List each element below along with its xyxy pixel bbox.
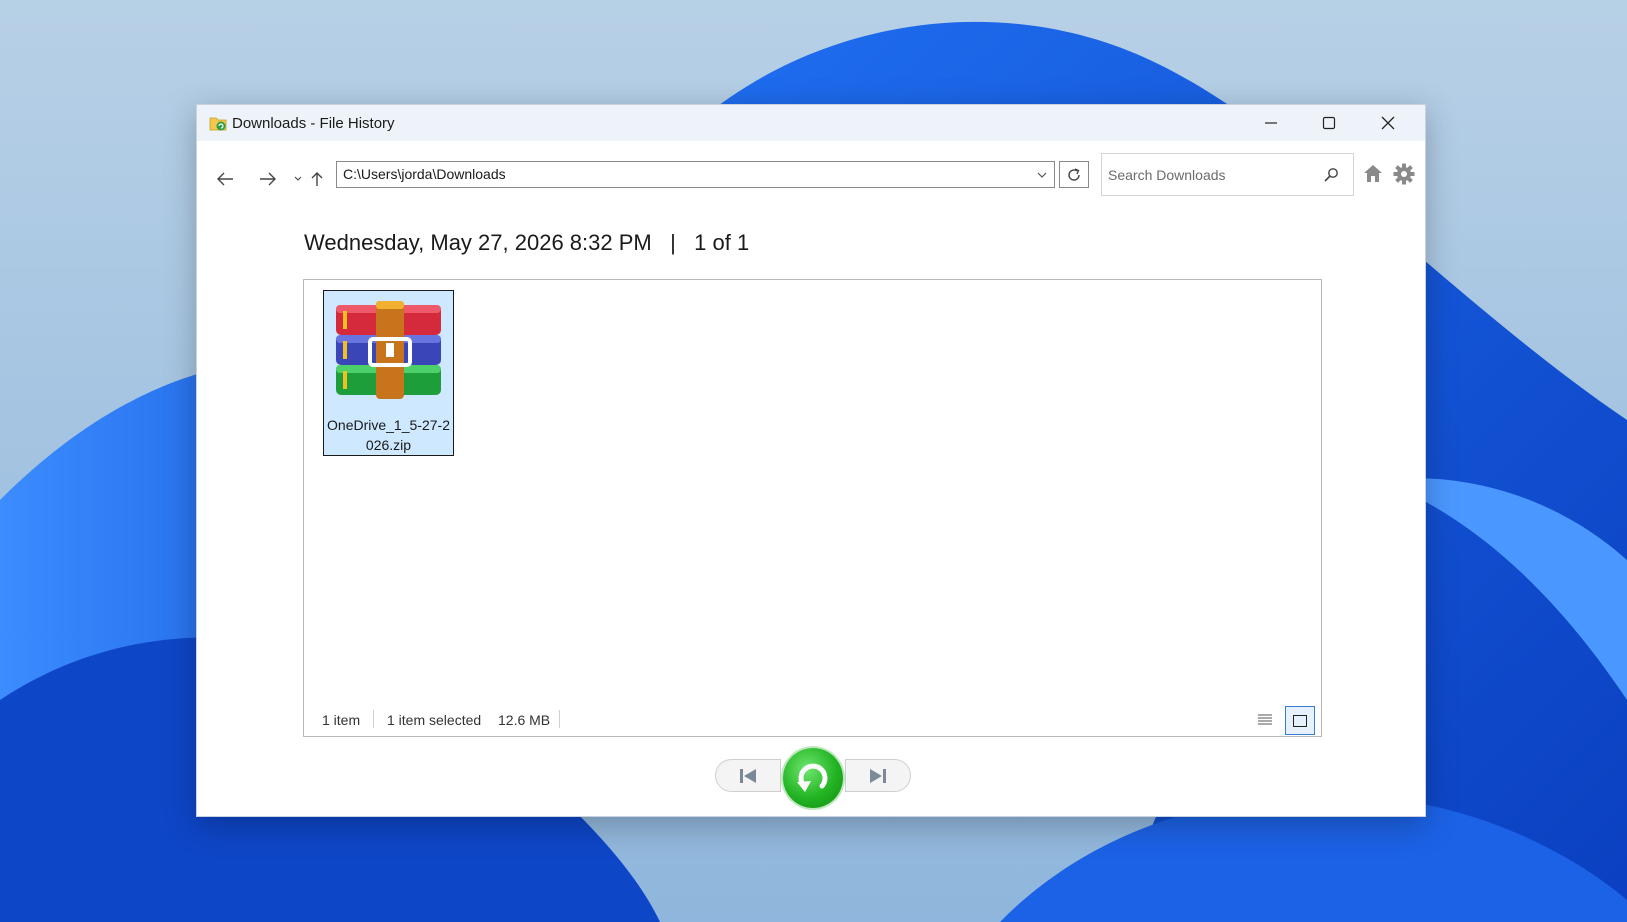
details-view-button[interactable] bbox=[1253, 708, 1277, 732]
minimize-icon bbox=[1265, 122, 1277, 124]
forward-arrow-icon bbox=[260, 172, 276, 186]
restore-button[interactable] bbox=[783, 748, 843, 808]
restore-arrow-icon bbox=[797, 763, 828, 792]
status-size: 12.6 MB bbox=[498, 712, 551, 728]
status-selected: 1 item selected bbox=[387, 712, 482, 728]
file-history-window: Downloads - File History C:\Users\jorda\… bbox=[196, 104, 1426, 817]
refresh-button[interactable] bbox=[1059, 161, 1089, 188]
list-view-icon bbox=[1258, 714, 1272, 725]
file-list-pane: OneDrive_1_5-27-2026.zip 1 item 1 item s… bbox=[303, 279, 1322, 737]
search-icon[interactable] bbox=[1323, 167, 1339, 183]
large-icons-view-icon bbox=[1293, 714, 1307, 727]
recent-locations-icon bbox=[294, 176, 302, 181]
maximize-button[interactable] bbox=[1300, 105, 1358, 141]
skip-next-icon bbox=[870, 768, 886, 783]
gear-icon[interactable] bbox=[1393, 163, 1415, 185]
search-input[interactable]: Search Downloads bbox=[1101, 153, 1354, 196]
winrar-archive-icon bbox=[336, 301, 441, 399]
maximize-icon bbox=[1322, 116, 1336, 130]
recent-locations-button[interactable] bbox=[292, 165, 304, 193]
close-icon bbox=[1381, 116, 1395, 130]
large-icons-view-button[interactable] bbox=[1285, 706, 1315, 735]
status-bar: 1 item 1 item selected 12.6 MB bbox=[304, 702, 1321, 736]
address-bar[interactable]: C:\Users\jorda\Downloads bbox=[336, 161, 1055, 188]
file-name: OneDrive_1_5-27-2026.zip bbox=[327, 417, 450, 453]
refresh-icon bbox=[1068, 167, 1080, 181]
snapshot-heading: Wednesday, May 27, 2026 8:32 PM | 1 of 1 bbox=[304, 230, 749, 256]
title-bar: Downloads - File History bbox=[197, 105, 1425, 141]
snapshot-date: Wednesday, May 27, 2026 8:32 PM bbox=[304, 230, 652, 255]
forward-button[interactable] bbox=[254, 165, 282, 193]
playback-controls bbox=[715, 748, 911, 810]
next-version-button[interactable] bbox=[845, 759, 911, 792]
close-button[interactable] bbox=[1359, 105, 1417, 141]
back-button[interactable] bbox=[211, 165, 239, 193]
file-item[interactable]: OneDrive_1_5-27-2026.zip bbox=[323, 290, 454, 456]
home-icon[interactable] bbox=[1362, 163, 1384, 183]
status-divider bbox=[559, 710, 560, 728]
minimize-button[interactable] bbox=[1242, 105, 1300, 141]
back-arrow-icon bbox=[217, 172, 233, 186]
search-placeholder: Search Downloads bbox=[1108, 167, 1226, 183]
file-history-app-icon bbox=[209, 117, 227, 131]
snapshot-position: 1 of 1 bbox=[694, 230, 750, 255]
status-divider bbox=[373, 710, 374, 728]
up-button[interactable] bbox=[307, 165, 327, 193]
previous-version-button[interactable] bbox=[715, 759, 781, 792]
chevron-down-icon[interactable] bbox=[1036, 169, 1048, 181]
heading-separator: | bbox=[670, 230, 676, 255]
status-item-count: 1 item bbox=[322, 712, 361, 728]
skip-previous-icon bbox=[740, 768, 756, 783]
address-path: C:\Users\jorda\Downloads bbox=[343, 166, 506, 182]
up-arrow-icon bbox=[311, 172, 323, 186]
window-title: Downloads - File History bbox=[232, 115, 395, 132]
